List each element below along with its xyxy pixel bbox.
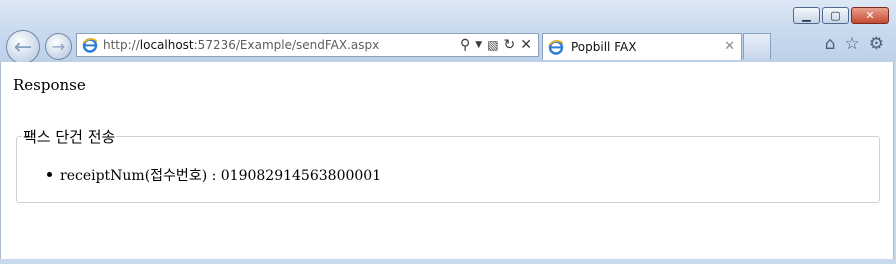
list-item: receiptNum(접수번호) : 019082914563800001 bbox=[47, 165, 381, 185]
tab-active[interactable]: Popbill FAX ✕ bbox=[542, 33, 742, 60]
bullet-icon bbox=[47, 171, 52, 177]
url-path: :57236/Example/sendFAX.aspx bbox=[193, 38, 380, 52]
toolbar-icons: ⌂ ☆ ⚙ bbox=[825, 34, 884, 54]
stop-icon[interactable]: ✕ bbox=[520, 37, 532, 53]
minimize-button[interactable]: ▁ bbox=[793, 7, 820, 24]
fieldset-legend: 팩스 단건 전송 bbox=[22, 126, 117, 147]
receipt-num-text: receiptNum(접수번호) : 019082914563800001 bbox=[60, 168, 382, 184]
forward-button[interactable]: → bbox=[45, 33, 72, 60]
ie-icon bbox=[81, 36, 99, 54]
gear-icon[interactable]: ⚙ bbox=[869, 34, 884, 54]
page-heading: Response bbox=[13, 76, 86, 94]
maximize-button[interactable]: ▢ bbox=[822, 7, 849, 24]
close-icon: ✕ bbox=[865, 9, 875, 22]
url-protocol: http:// bbox=[103, 38, 140, 52]
home-icon[interactable]: ⌂ bbox=[825, 34, 836, 54]
back-button[interactable]: ← bbox=[6, 30, 40, 64]
address-bar[interactable]: http://localhost:57236/Example/sendFAX.a… bbox=[76, 33, 539, 57]
url-text: http://localhost:57236/Example/sendFAX.a… bbox=[103, 38, 379, 52]
response-fieldset: 팩스 단건 전송 receiptNum(접수번호) : 019082914563… bbox=[16, 126, 880, 203]
favorites-star-icon[interactable]: ☆ bbox=[845, 34, 860, 54]
browser-chrome: ▁ ▢ ✕ ← → http://localhost:57236/Example… bbox=[0, 0, 896, 64]
compatibility-view-icon[interactable]: ▧ bbox=[487, 38, 498, 52]
window-controls: ▁ ▢ ✕ bbox=[793, 7, 889, 24]
tab-close-icon[interactable]: ✕ bbox=[724, 39, 735, 54]
new-tab-button[interactable] bbox=[743, 33, 771, 59]
dropdown-icon[interactable]: ▼ bbox=[475, 40, 482, 50]
forward-arrow-icon: → bbox=[51, 37, 66, 56]
ie-icon bbox=[547, 38, 565, 56]
tab-title: Popbill FAX bbox=[571, 40, 637, 54]
url-host: localhost bbox=[139, 38, 194, 52]
search-icon[interactable]: ⚲ bbox=[460, 37, 470, 53]
close-window-button[interactable]: ✕ bbox=[851, 7, 889, 24]
back-arrow-icon: ← bbox=[13, 34, 33, 60]
minimize-icon: ▁ bbox=[802, 9, 811, 22]
maximize-icon: ▢ bbox=[830, 9, 841, 22]
address-tools: ⚲ ▼ ▧ ↻ ✕ bbox=[460, 36, 532, 54]
page-content: Response 팩스 단건 전송 receiptNum(접수번호) : 019… bbox=[0, 62, 894, 259]
refresh-icon[interactable]: ↻ bbox=[504, 37, 516, 53]
